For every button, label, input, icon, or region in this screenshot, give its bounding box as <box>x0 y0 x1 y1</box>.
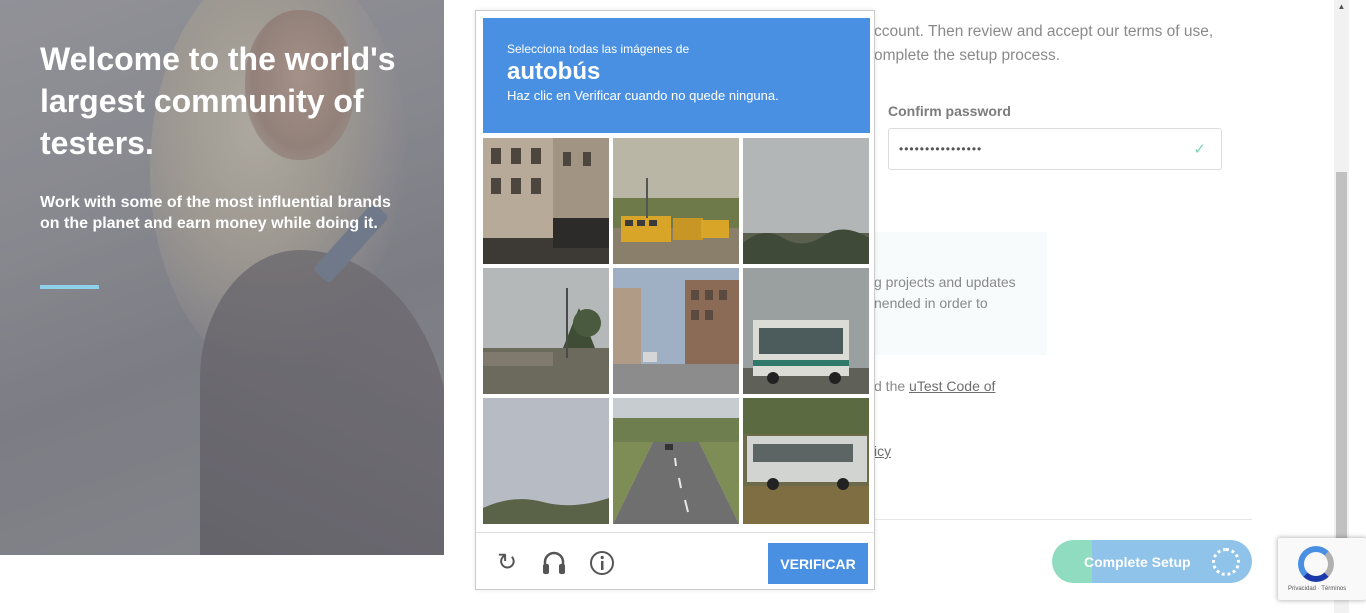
tile-image <box>743 398 869 524</box>
tile-image <box>483 398 609 524</box>
hero-accent-line <box>40 285 99 289</box>
tile-image <box>613 138 739 264</box>
verify-button[interactable]: VERIFICAR <box>768 543 868 584</box>
check-icon: ✓ <box>1193 141 1207 158</box>
captcha-tile-building-street[interactable] <box>483 138 609 264</box>
hero-panel: Welcome to the world's largest community… <box>0 0 444 555</box>
complete-setup-label: Complete Setup <box>1084 553 1191 570</box>
tile-image <box>743 138 869 264</box>
captcha-instruction-top: Selecciona todas las imágenes de <box>507 42 690 56</box>
form-intro-text: ccount. Then review and accept our terms… <box>874 23 1214 64</box>
confirm-password-value: •••••••••••••••• <box>899 142 983 156</box>
captcha-tile-transit-bus[interactable] <box>743 268 869 394</box>
reload-icon[interactable]: ↻ <box>493 549 521 577</box>
confirm-password-label: Confirm password <box>888 103 1011 119</box>
page: Welcome to the world's largest community… <box>0 0 1366 613</box>
headphones-icon[interactable] <box>540 549 568 577</box>
info-svg <box>590 551 614 575</box>
info-icon[interactable] <box>588 549 616 577</box>
spinner-icon <box>1212 548 1240 576</box>
agree-prefix: d the <box>874 378 910 394</box>
recaptcha-badge[interactable]: Privacidad · Términos <box>1278 538 1366 600</box>
privacy-policy-link[interactable]: icy <box>874 443 891 459</box>
captcha-tile-sky-trees[interactable] <box>743 138 869 264</box>
captcha-tile-street-lamp-trees[interactable] <box>483 268 609 394</box>
tile-image <box>483 138 609 264</box>
captcha-tile-highway[interactable] <box>613 398 739 524</box>
tile-image <box>483 268 609 394</box>
confirm-password-field[interactable]: •••••••••••••••• ✓ <box>888 128 1222 170</box>
scroll-up-icon[interactable]: ▲ <box>1334 2 1349 14</box>
captcha-tile-white-bus[interactable] <box>743 398 869 524</box>
captcha-footer: ↻ VERIFICAR <box>476 532 874 589</box>
tile-image <box>613 268 739 394</box>
agree-text: d the uTest Code of <box>874 378 995 394</box>
recaptcha-logo-icon <box>1298 546 1334 582</box>
captcha-grid <box>483 138 870 525</box>
captcha-dialog: Selecciona todas las imágenes de autobús… <box>475 10 875 590</box>
headphones-svg <box>543 551 565 574</box>
captcha-tile-city-street[interactable] <box>613 268 739 394</box>
complete-setup-button[interactable]: Complete Setup <box>1052 540 1252 583</box>
captcha-instruction-bottom: Haz clic en Verificar cuando no quede ni… <box>507 88 779 103</box>
hero-title: Welcome to the world's largest community… <box>40 41 396 161</box>
tile-image <box>743 268 869 394</box>
info-text: g projects and updates nended in order t… <box>874 274 1016 311</box>
hero-subtitle: Work with some of the most influential b… <box>40 194 391 232</box>
tile-image <box>613 398 739 524</box>
captcha-tile-sky-noise[interactable] <box>483 398 609 524</box>
recaptcha-links[interactable]: Privacidad · Términos <box>1288 586 1346 592</box>
scrollbar-thumb[interactable] <box>1336 172 1347 542</box>
code-of-conduct-link[interactable]: uTest Code of <box>909 378 995 394</box>
captcha-tile-school-buses[interactable] <box>613 138 739 264</box>
captcha-target: autobús <box>507 58 601 85</box>
captcha-header: Selecciona todas las imágenes de autobús… <box>483 18 870 133</box>
divider <box>874 519 1252 520</box>
